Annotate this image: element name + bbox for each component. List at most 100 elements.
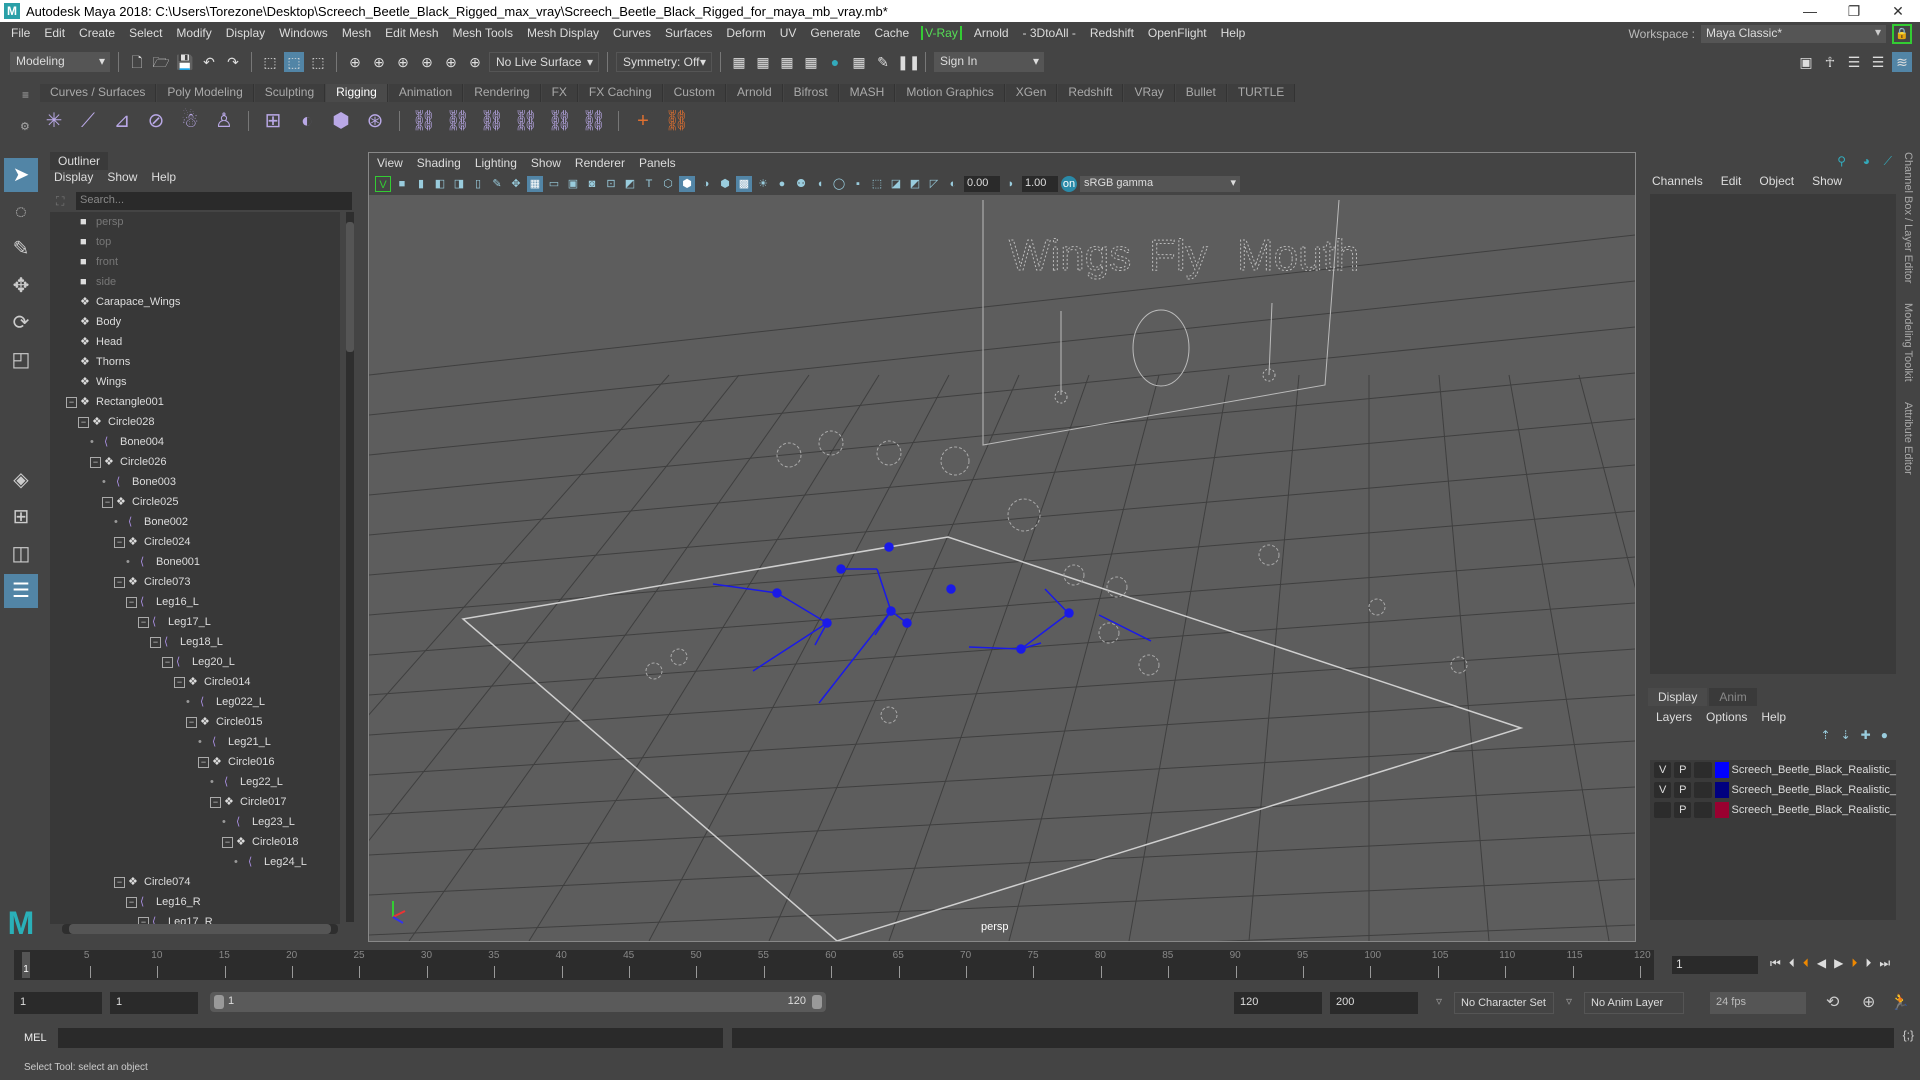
menu-select[interactable]: Select	[122, 26, 169, 40]
collapse-toggle[interactable]: −	[90, 457, 101, 468]
collapse-toggle[interactable]: −	[114, 877, 125, 888]
resolution-gate-icon[interactable]: ▣	[565, 176, 581, 192]
menu-curves[interactable]: Curves	[606, 26, 658, 40]
outliner-item[interactable]: − ❖ Circle025	[50, 492, 340, 512]
menu-edit[interactable]: Edit	[37, 26, 72, 40]
shelf-tab-sculpting[interactable]: Sculpting	[254, 84, 326, 102]
display-layers-tab[interactable]: Display	[1648, 688, 1708, 706]
outliner-menu-display[interactable]: Display	[54, 170, 93, 184]
menu-mesh-tools[interactable]: Mesh Tools	[446, 26, 520, 40]
menu-create[interactable]: Create	[72, 26, 122, 40]
move-layer-up-icon[interactable]: ⇡	[1821, 728, 1831, 742]
options-menu[interactable]: Options	[1706, 710, 1747, 724]
loop-icon[interactable]: ⟲	[1826, 992, 1839, 1012]
menu-set-dropdown[interactable]: Modeling	[10, 52, 110, 72]
safe-title-icon[interactable]: T	[641, 176, 657, 192]
collapse-toggle[interactable]: −	[210, 797, 221, 808]
textured-icon[interactable]: ▩	[736, 176, 752, 192]
layer-color-swatch[interactable]	[1714, 782, 1729, 798]
outliner-item[interactable]: − ❖ Circle018	[50, 832, 340, 852]
outliner-item[interactable]: • ⟨ Leg24_L	[50, 852, 340, 872]
shelf-tab-xgen[interactable]: XGen	[1005, 84, 1058, 102]
shelf-tab-motion-graphics[interactable]: Motion Graphics	[896, 84, 1005, 102]
paint-select-tool-icon[interactable]: ✎	[4, 232, 38, 266]
collapse-toggle[interactable]: −	[198, 757, 209, 768]
film-gate-icon[interactable]: ▭	[546, 176, 562, 192]
outliner-item[interactable]: • ⟨ Bone001	[50, 552, 340, 572]
character-set-dropdown[interactable]: No Character Set	[1454, 992, 1554, 1014]
shelf-tab-rigging[interactable]: Rigging	[326, 84, 388, 102]
outliner-item[interactable]: ■ front	[50, 252, 340, 272]
current-frame-field[interactable]: 1	[1672, 956, 1758, 974]
outliner-item[interactable]: ❖ Wings	[50, 372, 340, 392]
fps-dropdown[interactable]: 24 fps	[1710, 992, 1806, 1014]
snap-pivot-icon[interactable]: ⊕	[465, 52, 485, 72]
snap-view-icon[interactable]: ⊕	[417, 52, 437, 72]
shelf-tab-custom[interactable]: Custom	[663, 84, 726, 102]
visibility-toggle[interactable]	[1654, 802, 1672, 818]
bind-skin-icon[interactable]: ⛓	[410, 107, 438, 135]
layer-color-swatch[interactable]	[1714, 802, 1729, 818]
xray-icon[interactable]: ◪	[888, 176, 904, 192]
scale-tool-icon[interactable]: ◰	[4, 343, 38, 377]
outliner-item[interactable]: ❖ Carapace_Wings	[50, 292, 340, 312]
tool-settings-icon[interactable]: ☰	[1868, 52, 1888, 72]
move-tool-icon[interactable]: ✥	[4, 269, 38, 303]
new-layer-from-selection-icon[interactable]: ●	[1881, 728, 1888, 742]
pause-viewport-icon[interactable]: ❚❚	[897, 52, 920, 72]
menu-generate[interactable]: Generate	[803, 26, 867, 40]
redo-icon[interactable]: ↷	[223, 52, 243, 72]
menu-openflight[interactable]: OpenFlight	[1141, 26, 1214, 40]
viewport-menu-lighting[interactable]: Lighting	[475, 153, 517, 173]
scroll-thumb[interactable]	[346, 222, 354, 352]
shelf-tab-poly-modeling[interactable]: Poly Modeling	[157, 84, 254, 102]
workspace-dropdown[interactable]: Maya Classic*	[1701, 25, 1886, 43]
playback-toggle[interactable]: P	[1674, 762, 1692, 778]
play-forwards-icon[interactable]: ▶	[1834, 956, 1843, 971]
locator-icon[interactable]: +	[629, 107, 657, 135]
outliner-item[interactable]: • ⟨ Bone002	[50, 512, 340, 532]
isolate-select-icon[interactable]: ⬚	[869, 176, 885, 192]
channel-box-side-tab[interactable]: Channel Box / Layer Editor	[1902, 152, 1914, 283]
collapse-toggle[interactable]: −	[162, 657, 173, 668]
modeling-toolkit-icon[interactable]: ▣	[1796, 52, 1816, 72]
script-editor-icon[interactable]: {;}	[1903, 1028, 1914, 1042]
menu-mesh[interactable]: Mesh	[335, 26, 378, 40]
insert-joint-icon[interactable]: ⟋	[74, 107, 102, 135]
viewport-canvas[interactable]: Wings Fly Mouth	[369, 195, 1635, 941]
menu-cache[interactable]: Cache	[867, 26, 916, 40]
collapse-toggle[interactable]: −	[150, 637, 161, 648]
outliner-item[interactable]: ❖ Thorns	[50, 352, 340, 372]
attribute-editor-icon[interactable]: ☰	[1844, 52, 1864, 72]
outliner-item[interactable]: − ❖ Circle024	[50, 532, 340, 552]
go-to-start-icon[interactable]: ⏮	[1770, 956, 1781, 971]
menu-display[interactable]: Display	[219, 26, 272, 40]
view-transform-dropdown[interactable]: sRGB gamma	[1080, 176, 1240, 192]
snap-curve-icon[interactable]: ⊕	[369, 52, 389, 72]
aim-constraint-icon[interactable]: ⛓	[546, 107, 574, 135]
collapse-toggle[interactable]: −	[186, 717, 197, 728]
outliner-item[interactable]: • ⟨ Leg022_L	[50, 692, 340, 712]
collapse-toggle[interactable]: −	[138, 617, 149, 628]
playback-toggle[interactable]: P	[1674, 782, 1692, 798]
character-controls-icon[interactable]: ☥	[1820, 52, 1840, 72]
lock-icon[interactable]: 🔒	[1892, 24, 1912, 44]
menu-uv[interactable]: UV	[773, 26, 804, 40]
gate-mask-icon[interactable]: ◙	[584, 176, 600, 192]
playback-end-field[interactable]: 120	[1234, 992, 1322, 1014]
display-type-toggle[interactable]	[1694, 782, 1712, 798]
scroll-thumb[interactable]	[69, 924, 331, 934]
snap-point-icon[interactable]: ⊕	[393, 52, 413, 72]
lasso-tool-icon[interactable]: ◌	[4, 195, 38, 229]
visibility-toggle[interactable]: V	[1654, 782, 1672, 798]
orient-joint-icon[interactable]: ⊘	[142, 107, 170, 135]
menu-mesh-display[interactable]: Mesh Display	[520, 26, 606, 40]
range-start-handle[interactable]	[214, 995, 224, 1009]
layer-color-swatch[interactable]	[1714, 762, 1729, 778]
collapse-toggle[interactable]: −	[174, 677, 185, 688]
gamma-field[interactable]: 1.00	[1022, 176, 1058, 192]
render-frame-icon[interactable]: ▦	[729, 52, 749, 72]
outliner-item[interactable]: − ❖ Circle026	[50, 452, 340, 472]
select-tool-icon[interactable]: ➤	[4, 158, 38, 192]
select-component-icon[interactable]: ⬚	[308, 52, 328, 72]
